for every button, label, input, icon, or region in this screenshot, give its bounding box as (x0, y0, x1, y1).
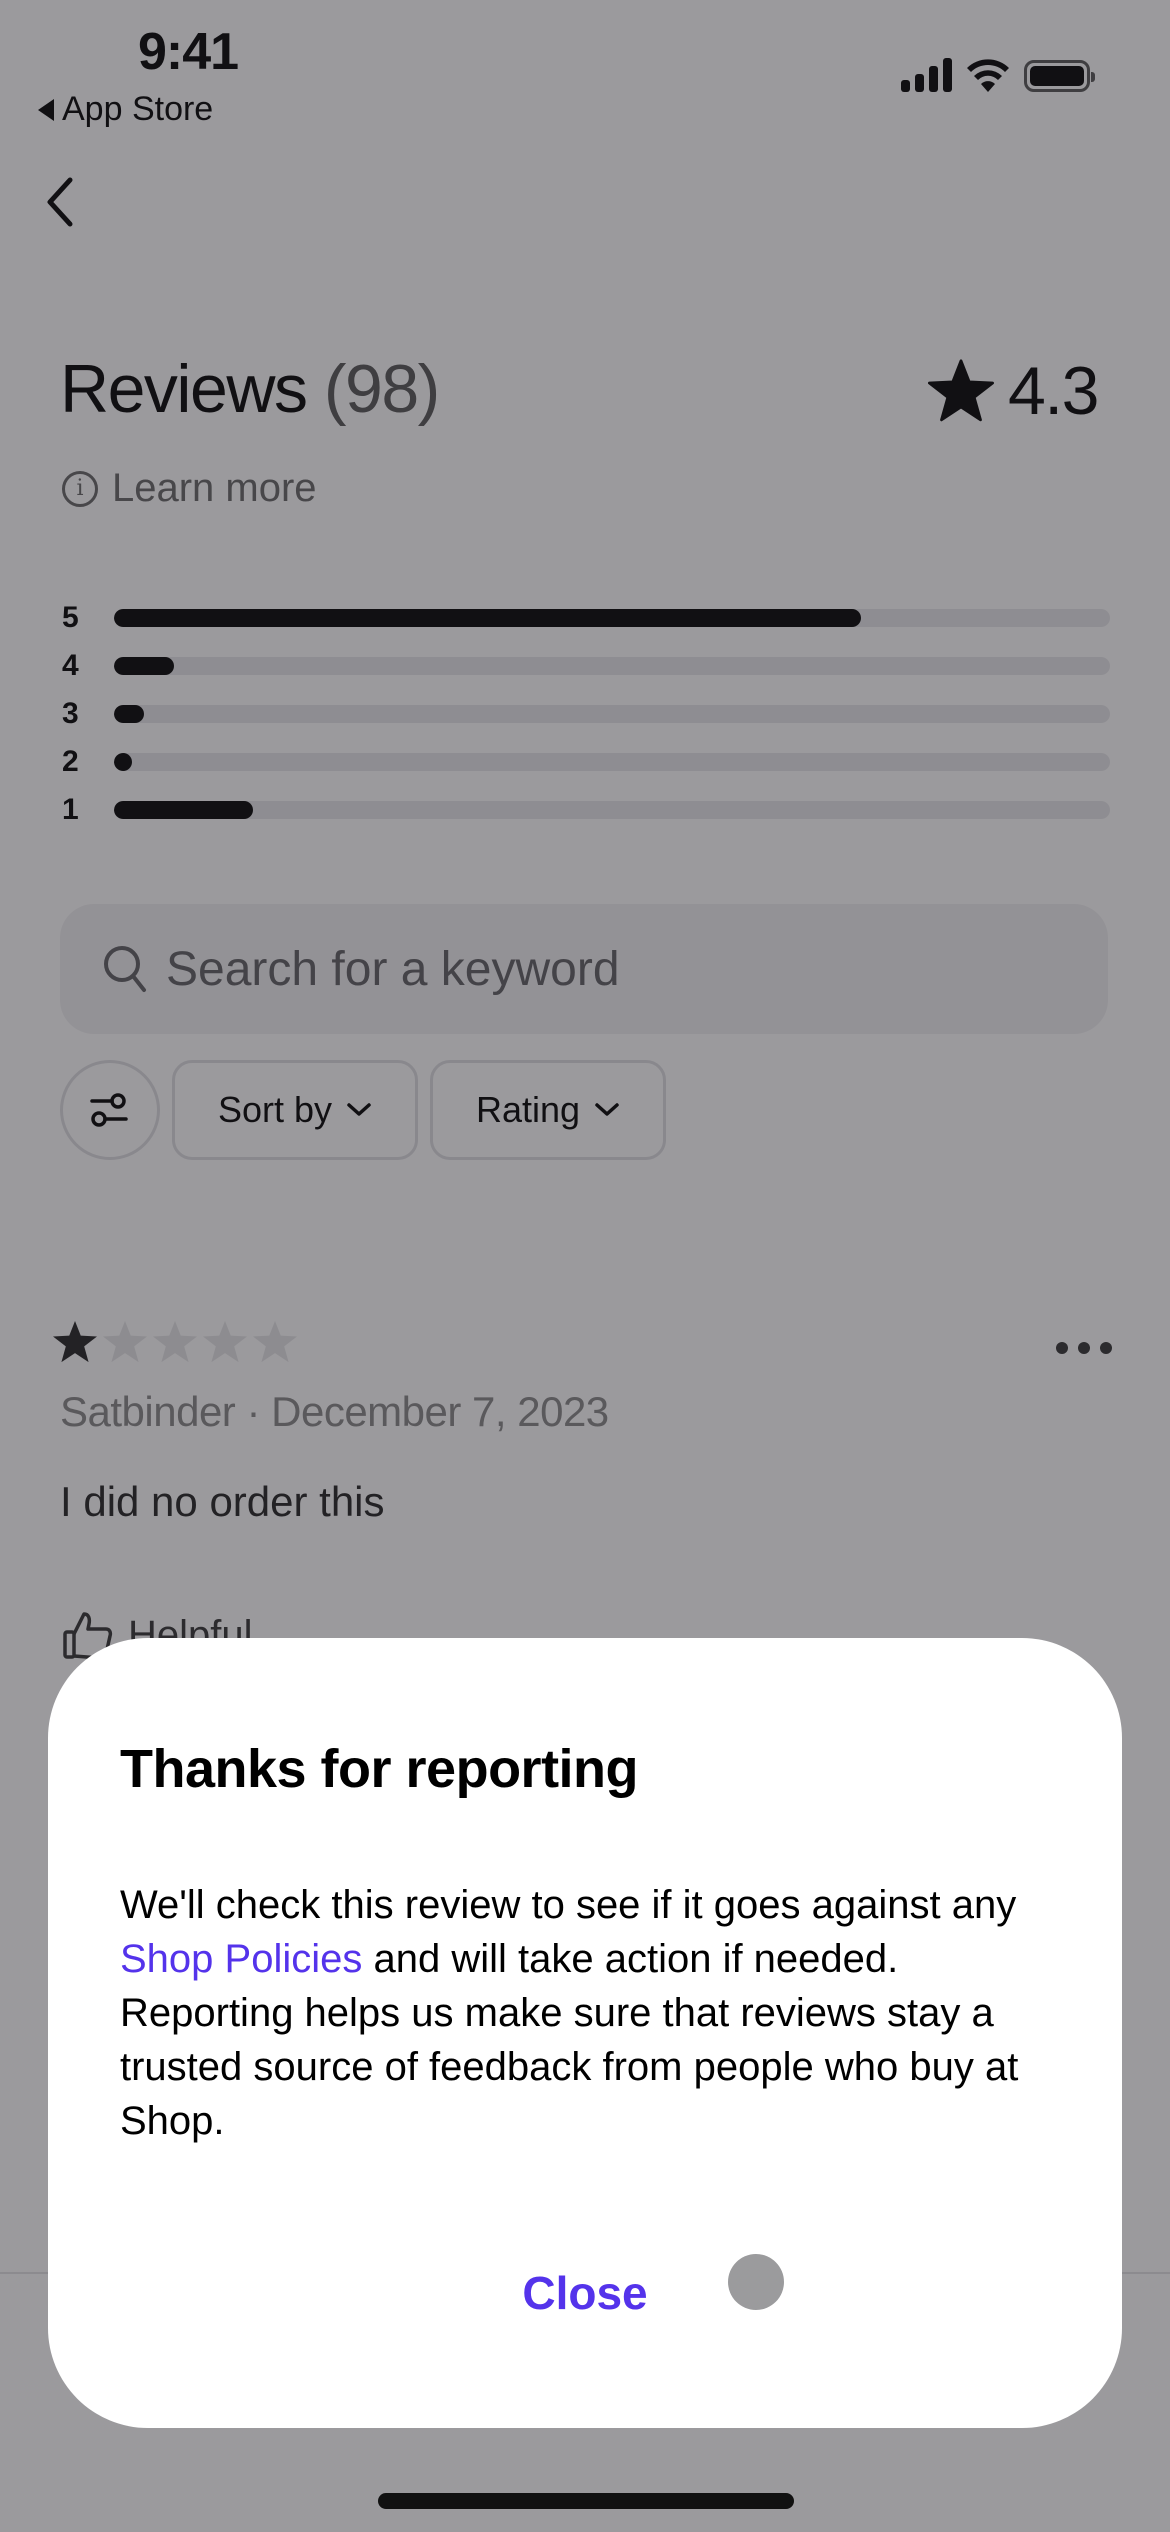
dialog-message-text: We'll check this review to see if it goe… (120, 1883, 1017, 1927)
dialog-message: We'll check this review to see if it goe… (120, 1878, 1080, 2148)
shop-policies-link[interactable]: Shop Policies (120, 1937, 362, 1981)
touch-indicator (728, 2254, 784, 2310)
close-button[interactable]: Close (48, 2266, 1122, 2320)
home-indicator[interactable] (378, 2493, 794, 2509)
report-confirmation-dialog: Thanks for reporting We'll check this re… (48, 1638, 1122, 2428)
close-label: Close (522, 2267, 648, 2319)
dialog-title: Thanks for reporting (120, 1739, 639, 1799)
